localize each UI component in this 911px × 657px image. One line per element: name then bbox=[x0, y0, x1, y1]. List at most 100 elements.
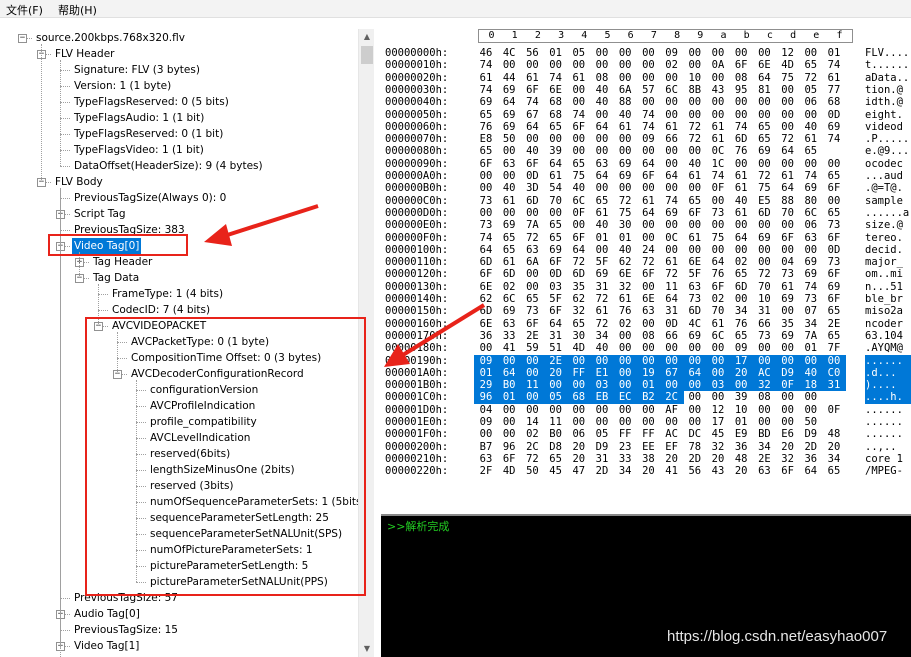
menu-file[interactable]: 文件(F) bbox=[6, 2, 43, 18]
hex-byte: 00 bbox=[827, 354, 841, 367]
tree-node[interactable]: PreviousTagSize: 15 bbox=[72, 622, 180, 638]
hex-row[interactable]: 00000010h: 74 00 00 00 00 00 00 00 02 00 0A 6F 6E 4D 65… bbox=[379, 59, 911, 71]
tree-node[interactable]: TypeFlagsReserved: 0 (5 bits) bbox=[72, 94, 231, 110]
hex-byte: 04 bbox=[479, 403, 493, 416]
hex-byte: 76 bbox=[479, 120, 493, 133]
hex-row[interactable]: 000000F0h: 74 65 72 65 6F 01 01 00 0C 61 75 64 69 6F 63… bbox=[379, 232, 911, 244]
hex-row[interactable]: 000001B0h: 29 B0 11 00 00 03 00 01 00 00 03 00 32 0F 18… bbox=[379, 379, 911, 392]
hex-byte: 00 bbox=[688, 47, 702, 59]
hex-row[interactable]: 000001D0h: 04 00 00 00 00 00 00 00 AF 00 12 10 00 00 00… bbox=[379, 404, 911, 416]
hex-row[interactable]: 000001E0h: 09 00 14 11 00 00 00 00 00 00 17 01 00 00 50… bbox=[379, 416, 911, 428]
tree-node[interactable]: Audio Tag[0] bbox=[72, 606, 142, 622]
hex-row[interactable]: 000000D0h: 00 00 00 00 0F 61 75 64 69 6F 73 61 6D 70 6C… bbox=[379, 207, 911, 219]
hex-row[interactable]: 00000130h: 6E 02 00 03 35 31 32 00 11 63 6F 6D 70 61 74… bbox=[379, 281, 911, 293]
tree-node[interactable]: Script Tag bbox=[72, 206, 128, 222]
hex-row[interactable]: 00000140h: 62 6C 65 5F 62 72 61 6E 64 73 02 00 10 69 73… bbox=[379, 293, 911, 305]
scroll-thumb[interactable] bbox=[361, 46, 373, 64]
hex-row[interactable]: 00000190h: 09 00 00 2E 00 00 00 00 00 00 00 17 00 00 00… bbox=[379, 354, 911, 367]
hex-row[interactable]: 000001A0h: 01 64 00 20 FF E1 00 19 67 64 00 20 AC D9 40… bbox=[379, 366, 911, 380]
tree-node[interactable]: source.200kbps.768x320.flv bbox=[34, 30, 187, 46]
hex-byte: 6E bbox=[479, 280, 493, 293]
scroll-up-arrow-icon[interactable]: ▲ bbox=[359, 29, 375, 45]
hex-ascii: size.@ bbox=[865, 219, 903, 232]
tree-node[interactable]: FLV Header bbox=[53, 46, 117, 62]
hex-byte: 61 bbox=[711, 317, 725, 330]
hex-byte: 64 bbox=[758, 71, 771, 84]
hex-row[interactable]: 00000170h: 36 33 2E 31 30 34 00 08 66 69 6C 65 73 69 7A… bbox=[379, 330, 911, 342]
tree-node[interactable]: FrameType: 1 (4 bits) bbox=[110, 286, 225, 302]
hex-byte: 6F bbox=[711, 280, 725, 293]
hex-byte: 36 bbox=[734, 440, 748, 453]
tree-node[interactable]: TypeFlagsReserved: 0 (1 bit) bbox=[72, 126, 225, 142]
hex-byte: 00 bbox=[502, 170, 516, 182]
hex-byte: 6F bbox=[526, 157, 539, 170]
hex-byte: E9 bbox=[734, 428, 748, 441]
hex-byte: 00 bbox=[711, 108, 725, 121]
hex-row[interactable]: 00000060h: 76 69 64 65 6F 64 61 74 61 72 61 74 65 00 40… bbox=[379, 121, 911, 133]
hex-row[interactable]: 000001C0h: 96 01 00 05 68 EB EC B2 2C 00 00 39 08 00 00… bbox=[379, 391, 911, 404]
hex-row[interactable]: 00000050h: 65 69 67 68 74 00 40 74 00 00 00 00 00 00 00… bbox=[379, 109, 911, 121]
hex-view-panel[interactable]: 0123456789abcdef 00000000h: 46 4C 56 01 05 00 0… bbox=[379, 28, 911, 510]
tree-node[interactable]: Signature: FLV (3 bytes) bbox=[72, 62, 202, 78]
hex-byte: 00 bbox=[526, 59, 539, 72]
hex-row[interactable]: 00000000h: 46 4C 56 01 05 00 00 00 09 00 00 00 00 12 00… bbox=[379, 47, 911, 59]
tree-node[interactable]: TypeFlagsAudio: 1 (1 bit) bbox=[72, 110, 206, 126]
hex-row[interactable]: 00000120h: 6F 6D 00 0D 6D 69 6E 6F 72 5F 76 65 72 73 69… bbox=[379, 268, 911, 280]
hex-byte: 56 bbox=[688, 465, 702, 478]
hex-byte: 20 bbox=[827, 440, 841, 453]
tree-node[interactable]: DataOffset(HeaderSize): 9 (4 bytes) bbox=[72, 158, 265, 174]
hex-byte: 6F bbox=[479, 268, 493, 281]
hex-bytes: 6D 61 6A 6F 72 5F 62 72 61 6E 64 02 00 04 69 73 bbox=[474, 256, 854, 268]
hex-row[interactable]: 000001F0h: 00 00 02 B0 06 05 FF FF AC DC 45 E9 BD E6 D9… bbox=[379, 428, 911, 440]
hex-byte: 34 bbox=[618, 465, 632, 478]
tree-node[interactable]: Video Tag[1] bbox=[72, 638, 141, 654]
hex-offset: 00000000h: bbox=[385, 47, 449, 59]
hex-byte: 66 bbox=[665, 329, 678, 342]
hex-row[interactable]: 00000040h: 69 64 74 68 00 40 88 00 00 00 00 00 00 00 06… bbox=[379, 96, 911, 108]
hex-byte: 00 bbox=[804, 354, 818, 367]
tree-guide-line bbox=[41, 44, 42, 182]
hex-row[interactable]: 00000070h: E8 50 00 00 00 00 00 09 66 72 61 6D 65 72 61… bbox=[379, 133, 911, 145]
menu-help[interactable]: 帮助(H) bbox=[58, 2, 97, 18]
tree-node[interactable]: Tag Header bbox=[91, 254, 154, 270]
hex-byte: AC bbox=[758, 366, 771, 379]
hex-byte: 61 bbox=[502, 194, 516, 207]
hex-byte: 4C bbox=[502, 47, 516, 59]
hex-byte: 2E bbox=[526, 329, 539, 342]
hex-row[interactable]: 00000110h: 6D 61 6A 6F 72 5F 62 72 61 6E 64 02 00 04 69… bbox=[379, 256, 911, 268]
tree-node[interactable]: TypeFlagsVideo: 1 (1 bit) bbox=[72, 142, 206, 158]
hex-row[interactable]: 00000090h: 6F 63 6F 64 65 63 69 64 00 40 1C 00 00 00 00… bbox=[379, 158, 911, 170]
hex-row[interactable]: 000000B0h: 00 40 3D 54 40 00 00 00 00 00 0F 61 75 64 69… bbox=[379, 182, 911, 194]
hex-row[interactable]: 00000020h: 61 44 61 74 61 08 00 00 00 10 00 08 64 75 72… bbox=[379, 72, 911, 84]
hex-row[interactable]: 000000C0h: 73 61 6D 70 6C 65 72 61 74 65 00 40 E5 88 80… bbox=[379, 195, 911, 207]
hex-row[interactable]: 00000100h: 64 65 63 69 64 00 40 24 00 00 00 00 00 00 00… bbox=[379, 244, 911, 256]
hex-byte: 30 bbox=[572, 329, 586, 342]
tree-node[interactable]: Version: 1 (1 byte) bbox=[72, 78, 173, 94]
hex-row[interactable]: 00000210h: 63 6F 72 65 20 31 33 38 20 2D 20 48 2E 32 36… bbox=[379, 453, 911, 465]
hex-row[interactable]: 00000200h: B7 96 2C D8 20 D9 23 EE EF 78 32 36 34 20 2D… bbox=[379, 441, 911, 453]
hex-byte: 65 bbox=[827, 170, 841, 182]
tree-node[interactable]: CodecID: 7 (4 bits) bbox=[110, 302, 212, 318]
hex-byte: 72 bbox=[688, 133, 702, 146]
hex-row[interactable]: 000000A0h: 00 00 0D 61 75 64 69 6F 64 61 74 61 72 61 74… bbox=[379, 170, 911, 182]
hex-row[interactable]: 000000E0h: 73 69 7A 65 00 40 30 00 00 00 00 00 00 00 06… bbox=[379, 219, 911, 231]
hex-row[interactable]: 00000220h: 2F 4D 50 45 47 2D 34 20 41 56 43 20 63 6F 64… bbox=[379, 465, 911, 477]
hex-byte: 65 bbox=[827, 305, 841, 318]
hex-byte: 00 bbox=[595, 416, 609, 428]
tree-node[interactable]: PreviousTagSize(Always 0): 0 bbox=[72, 190, 228, 206]
hex-offset: 000000C0h: bbox=[385, 194, 449, 207]
collapse-icon[interactable]: − bbox=[18, 34, 27, 43]
hex-offset: 000001B0h: bbox=[385, 379, 449, 392]
hex-row[interactable]: 00000160h: 6E 63 6F 64 65 72 02 00 0D 4C 61 76 66 35 34… bbox=[379, 318, 911, 330]
hex-byte: 00 bbox=[642, 416, 655, 428]
hex-row[interactable]: 00000180h: 00 41 59 51 4D 40 00 00 00 00 00 09 00 00 01… bbox=[379, 342, 911, 354]
hex-byte: 7A bbox=[804, 329, 818, 342]
hex-row[interactable]: 00000080h: 65 00 40 39 00 00 00 00 00 00 0C 76 69 64 65… bbox=[379, 145, 911, 157]
hex-byte: 6A bbox=[526, 256, 539, 269]
hex-row[interactable]: 00000030h: 74 69 6F 6E 00 40 6A 57 6C 8B 43 95 81 00 05… bbox=[379, 84, 911, 96]
scroll-down-arrow-icon[interactable]: ▼ bbox=[359, 641, 375, 657]
hex-row[interactable]: 00000150h: 6D 69 73 6F 32 61 76 63 31 6D 70 34 31 00 07… bbox=[379, 305, 911, 317]
hex-byte: 50 bbox=[526, 465, 539, 478]
hex-byte: 00 bbox=[804, 157, 818, 170]
hex-ascii: .d... bbox=[865, 366, 911, 380]
